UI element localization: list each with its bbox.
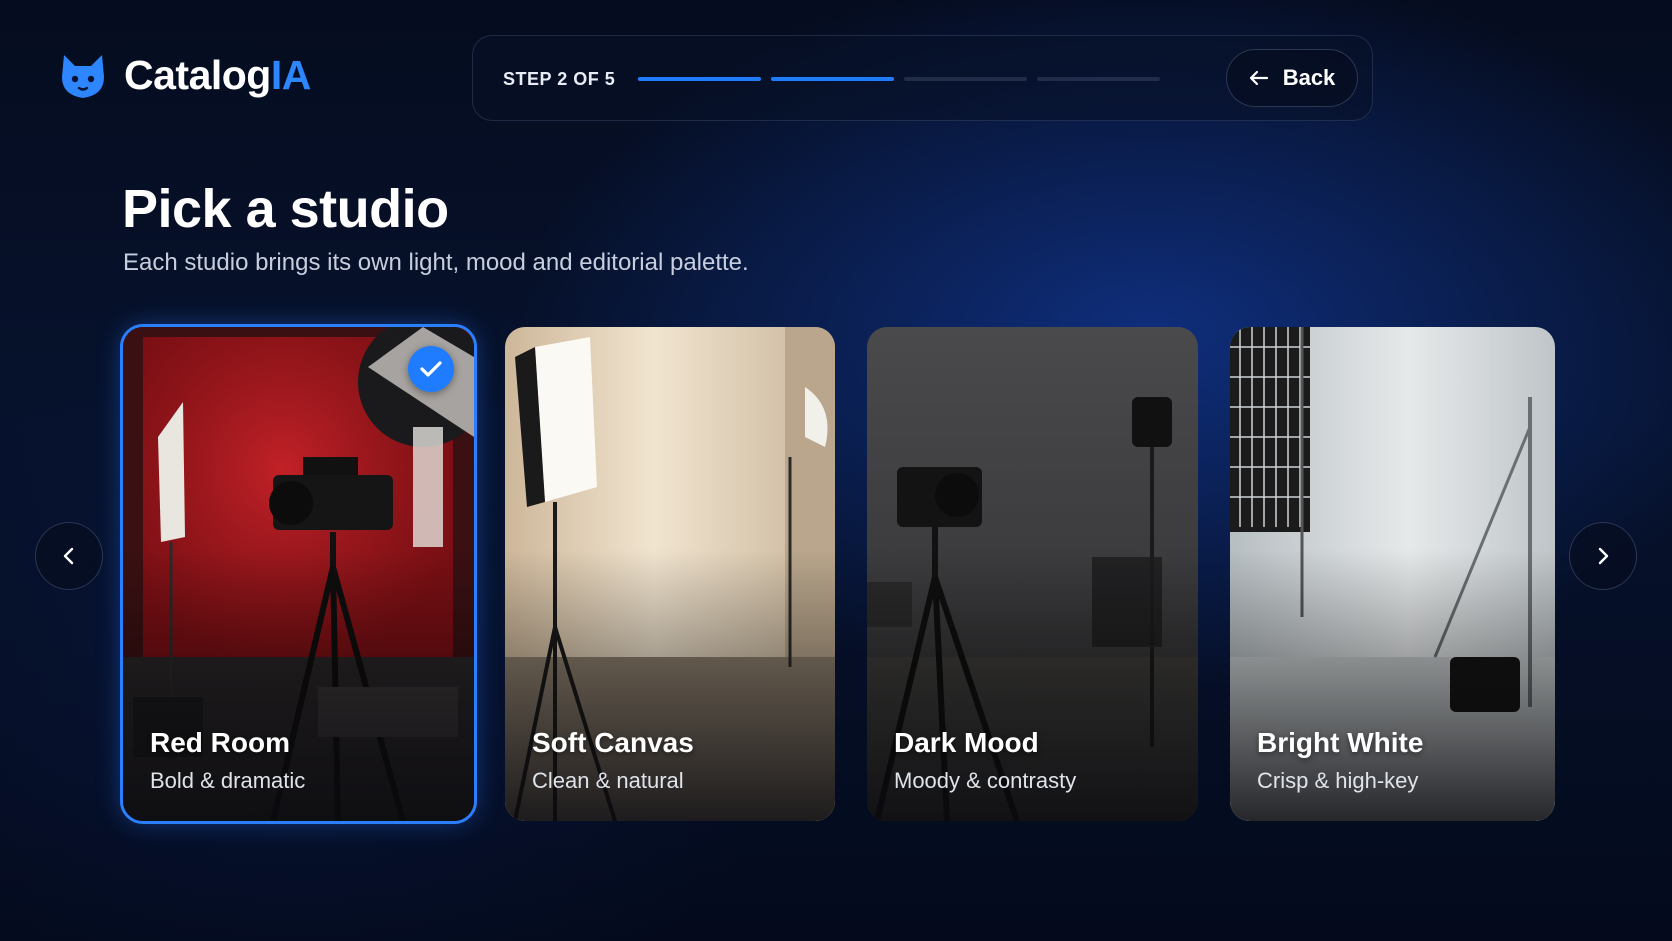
studio-card-dark-mood[interactable]: Dark Mood Moody & contrasty xyxy=(867,327,1198,821)
brand-logo[interactable]: CatalogIA xyxy=(60,52,311,99)
carousel-next-button[interactable] xyxy=(1569,522,1637,590)
studio-card-title: Bright White xyxy=(1257,727,1424,758)
fox-icon xyxy=(62,54,104,98)
studio-card-title: Soft Canvas xyxy=(532,727,694,758)
brand-name-main: Catalog xyxy=(124,52,271,98)
brand-name: CatalogIA xyxy=(124,52,311,99)
step-progress-bar: STEP 2 OF 5 Back xyxy=(472,35,1373,121)
page-subtitle: Each studio brings its own light, mood a… xyxy=(123,249,749,276)
studio-card-subtitle: Moody & contrasty xyxy=(894,768,1077,793)
page-title: Pick a studio xyxy=(122,179,449,239)
brand-name-accent: IA xyxy=(270,52,312,98)
studio-card-subtitle: Clean & natural xyxy=(532,768,684,793)
progress-segment-4 xyxy=(1037,77,1160,81)
progress-segments xyxy=(638,77,1160,81)
chevron-right-icon xyxy=(1598,547,1609,565)
back-button[interactable]: Back xyxy=(1226,49,1358,107)
chevron-left-icon xyxy=(63,547,74,565)
studio-card-subtitle: Bold & dramatic xyxy=(150,768,306,793)
progress-segment-1 xyxy=(638,77,761,81)
studio-card-red-room[interactable]: Red Room Bold & dramatic xyxy=(120,324,477,824)
arrow-left-icon xyxy=(1249,70,1268,86)
step-label: STEP 2 OF 5 xyxy=(503,69,616,89)
studio-card-title: Red Room xyxy=(150,727,290,758)
selected-check-icon xyxy=(408,346,454,392)
studio-card-subtitle: Crisp & high-key xyxy=(1257,768,1419,793)
studio-card-bright-white[interactable]: Bright White Crisp & high-key xyxy=(1230,327,1555,821)
progress-segment-2 xyxy=(771,77,894,81)
carousel-prev-button[interactable] xyxy=(35,522,103,590)
back-button-label: Back xyxy=(1282,65,1336,90)
progress-segment-3 xyxy=(904,77,1027,81)
studio-card-title: Dark Mood xyxy=(894,727,1039,758)
studio-card-soft-canvas[interactable]: Soft Canvas Clean & natural xyxy=(505,327,835,821)
